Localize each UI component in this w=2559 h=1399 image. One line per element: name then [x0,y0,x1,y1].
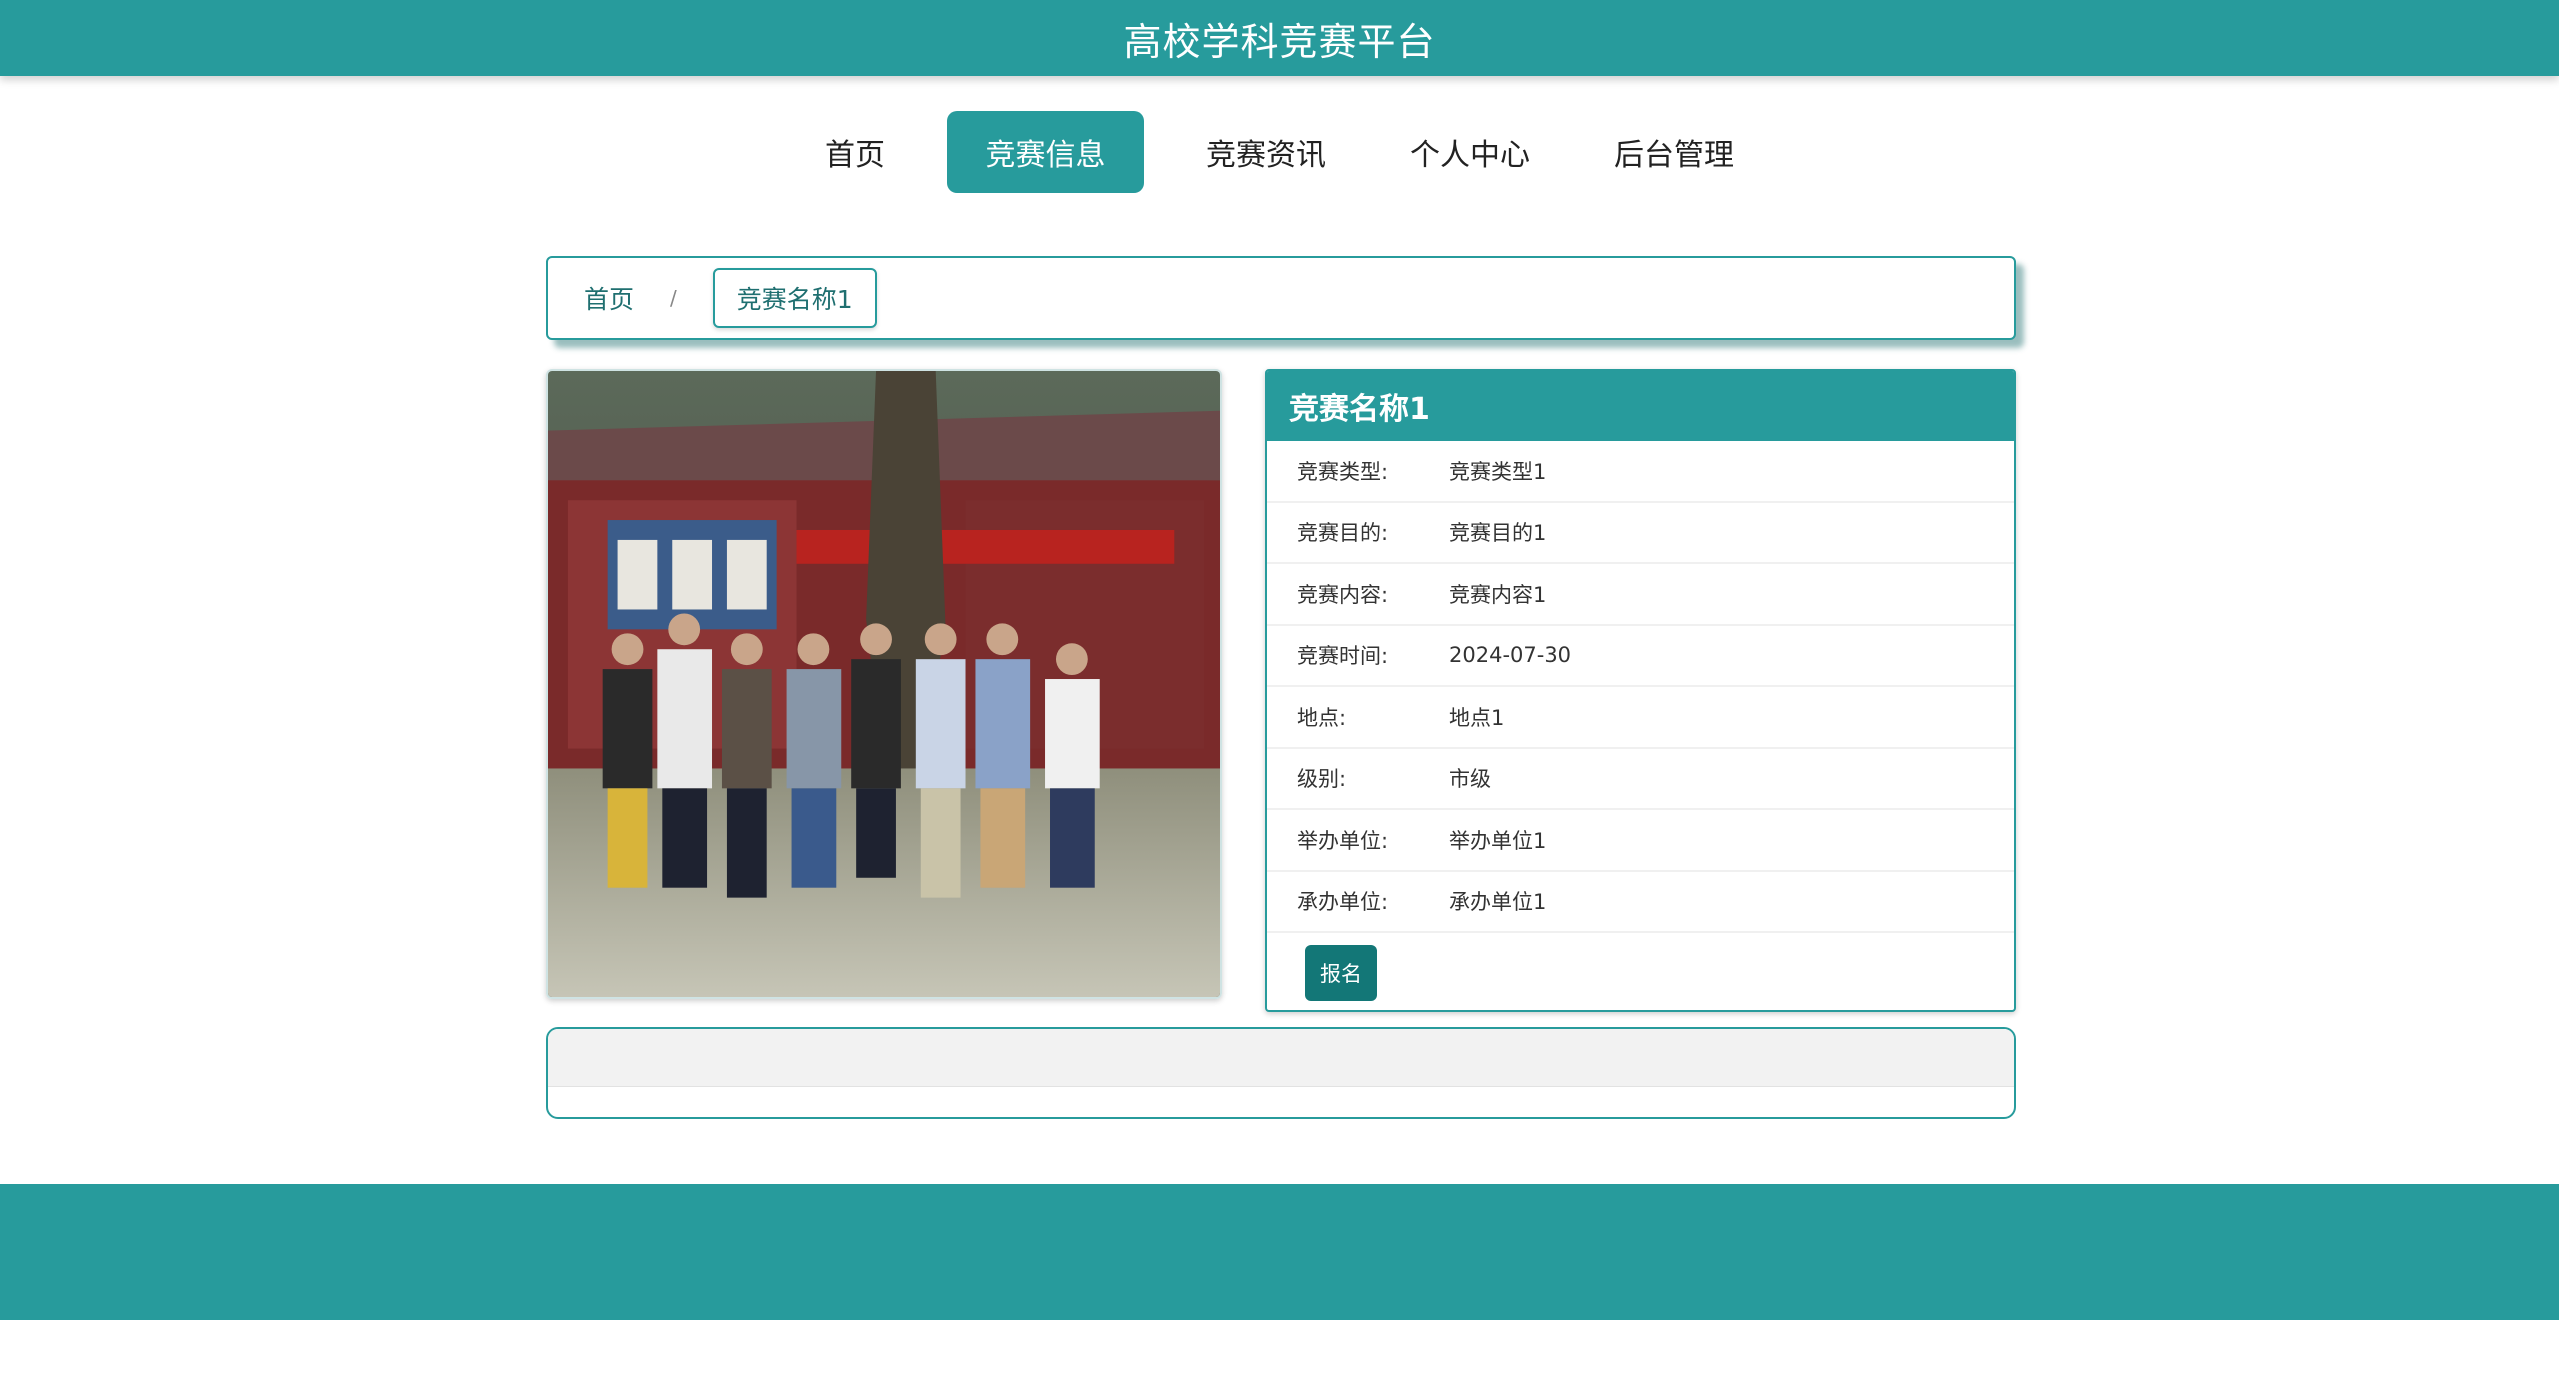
breadcrumb: 首页 / 竞赛名称1 [546,256,2016,340]
nav-item-label: 后台管理 [1614,138,1734,173]
nav-item-admin[interactable]: 后台管理 [1592,111,1756,193]
nav-item-label: 个人中心 [1410,138,1530,173]
competition-title: 竞赛名称1 [1267,371,2014,441]
info-row-host: 承办单位: 承办单位1 [1267,872,2014,933]
nav-item-label: 首页 [825,138,885,173]
breadcrumb-home-link[interactable]: 首页 [584,280,634,316]
nav-item-label: 竞赛资讯 [1206,138,1326,173]
competition-detail-content [548,1029,2014,1087]
info-label: 级别: [1297,767,1347,792]
competition-photo [548,371,1220,997]
info-label: 竞赛内容: [1297,582,1389,607]
info-value: 地点1 [1449,705,1505,730]
info-row-level: 级别: 市级 [1267,749,2014,810]
info-row-time: 竞赛时间: 2024-07-30 [1267,626,2014,687]
nav-item-competition-info[interactable]: 竞赛信息 [947,111,1144,193]
competition-detail-box [546,1027,2016,1119]
info-value: 举办单位1 [1449,828,1547,853]
top-header: 高校学科竞赛平台 [0,0,2559,76]
info-value: 竞赛目的1 [1449,521,1547,546]
info-label: 竞赛类型: [1297,459,1389,484]
nav-item-competition-news[interactable]: 竞赛资讯 [1184,111,1348,193]
info-label: 竞赛目的: [1297,521,1389,546]
competition-image-card [546,369,1222,999]
signup-wrap: 报名 [1267,933,2014,1010]
info-value: 承办单位1 [1449,890,1547,915]
info-value: 2024-07-30 [1449,643,1572,668]
breadcrumb-current: 竞赛名称1 [712,268,877,328]
competition-info-panel: 竞赛名称1 竞赛类型: 竞赛类型1 竞赛目的: 竞赛目的1 竞赛内容: 竞赛内容… [1265,369,2016,1012]
nav-item-home[interactable]: 首页 [803,111,907,193]
signup-button[interactable]: 报名 [1305,945,1377,1001]
info-label: 竞赛时间: [1297,644,1389,669]
main-nav: 首页 竞赛信息 竞赛资讯 个人中心 后台管理 [0,111,2559,193]
footer [0,1184,2559,1320]
breadcrumb-separator: / [670,286,677,310]
info-label: 地点: [1297,705,1347,730]
info-row-organizer: 举办单位: 举办单位1 [1267,810,2014,872]
info-row-type: 竞赛类型: 竞赛类型1 [1267,441,2014,503]
info-label: 举办单位: [1297,828,1389,853]
info-row-purpose: 竞赛目的: 竞赛目的1 [1267,503,2014,564]
info-value: 竞赛内容1 [1449,582,1547,607]
info-row-location: 地点: 地点1 [1267,687,2014,749]
info-value: 市级 [1449,767,1491,792]
nav-item-personal-center[interactable]: 个人中心 [1388,111,1552,193]
info-label: 承办单位: [1297,890,1389,915]
info-value: 竞赛类型1 [1449,459,1547,484]
info-row-content: 竞赛内容: 竞赛内容1 [1267,564,2014,626]
nav-item-label: 竞赛信息 [985,138,1106,173]
site-title: 高校学科竞赛平台 [1123,19,1436,64]
